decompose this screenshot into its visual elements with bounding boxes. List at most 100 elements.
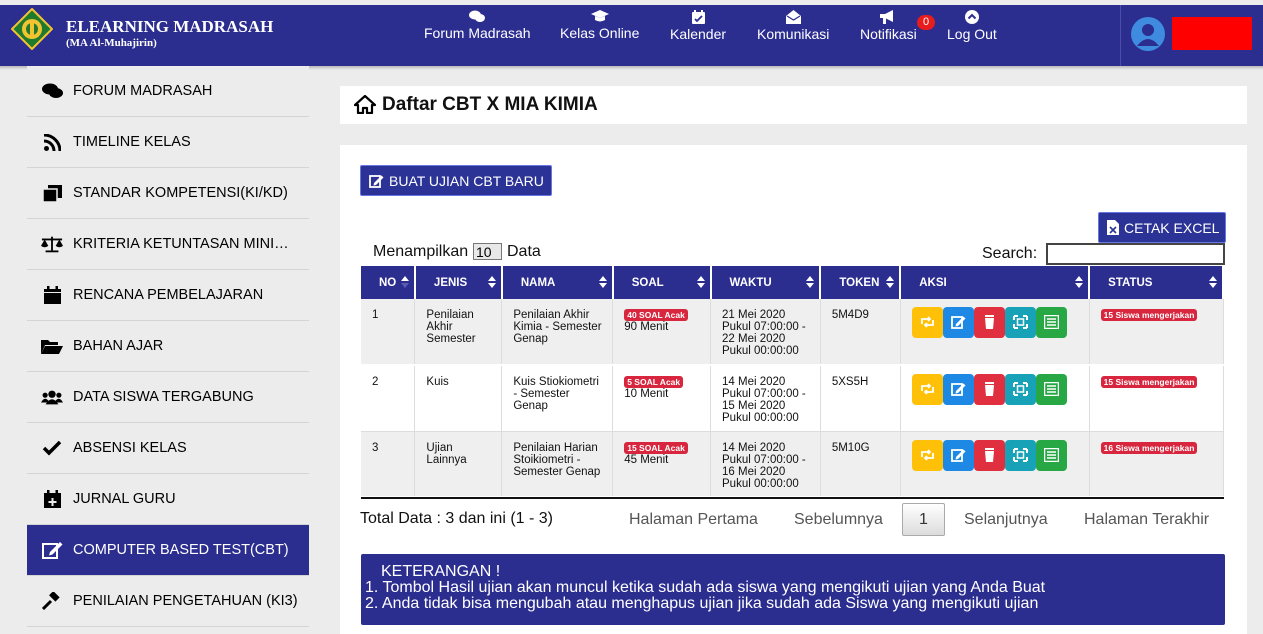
nav-kelas-online[interactable]: Kelas Online — [560, 10, 639, 41]
cell-soal: 5 SOAL Acak 10 Menit — [612, 365, 712, 432]
sidebar-item-data-siswa[interactable]: DATA SISWA TERGABUNG — [27, 372, 309, 423]
cell-soal: 15 SOAL Acak 45 Menit — [612, 431, 712, 498]
object-ungroup-icon — [1012, 447, 1028, 462]
nav-kalender[interactable]: Kalender — [670, 10, 726, 42]
list-alt-icon — [1043, 315, 1059, 329]
delete-button[interactable] — [973, 374, 1005, 405]
delete-button[interactable] — [973, 307, 1005, 338]
entries-count-input[interactable] — [473, 243, 502, 260]
cell-nama: Kuis Stiokiometri - Semester Genap — [501, 365, 614, 432]
user-avatar-icon[interactable] — [1131, 17, 1165, 51]
reset-button[interactable] — [911, 374, 943, 405]
sort-icon — [487, 276, 496, 288]
nav-komunikasi[interactable]: Komunikasi — [757, 10, 829, 42]
sidebar-item-label: COMPUTER BASED TEST(CBT) — [73, 542, 289, 558]
sort-icon — [1075, 276, 1084, 288]
cbt-table: NO JENIS NAMA SOAL WAKTU TOKEN AKSI STAT… — [361, 266, 1224, 498]
reset-button[interactable] — [911, 307, 943, 338]
user-name-redacted[interactable] — [1172, 17, 1252, 50]
sort-asc-icon — [400, 276, 409, 288]
trash-icon — [984, 382, 994, 396]
page-title-card: Daftar CBT X MIA KIMIA — [340, 86, 1247, 124]
cell-no: 1 — [361, 299, 416, 366]
cell-status: 16 Siswa mengerjakan — [1089, 431, 1224, 498]
create-cbt-button[interactable]: BUAT UJIAN CBT BARU — [360, 165, 552, 196]
sidebar-item-bahan-ajar[interactable]: BAHAN AJAR — [27, 321, 309, 372]
calendar-icon — [41, 285, 63, 305]
sidebar-item-label: STANDAR KOMPETENSI(KI/KD) — [73, 185, 288, 201]
cell-nama: Penilaian Harian Stoikiometri - Semester… — [501, 431, 614, 498]
sidebar-item-cbt[interactable]: COMPUTER BASED TEST(CBT) — [27, 525, 309, 576]
info-note-title: KETERANGAN ! — [381, 563, 501, 580]
column-header-token[interactable]: TOKEN — [820, 266, 902, 299]
column-header-aksi[interactable]: AKSI — [900, 266, 1091, 299]
fullscreen-button[interactable] — [1004, 439, 1036, 471]
sort-icon — [696, 276, 705, 288]
sidebar-item-jurnal-guru[interactable]: JURNAL GURU — [27, 474, 309, 525]
info-note-line: 1. Tombol Hasil ujian akan muncul ketika… — [365, 579, 1046, 596]
edit-icon — [950, 448, 966, 462]
table-row: 1 Penilaian Akhir Semester Penilaian Akh… — [361, 299, 1224, 366]
first-page-link[interactable]: Halaman Pertama — [629, 511, 758, 529]
sidebar-item-forum-madrasah[interactable]: FORUM MADRASAH — [27, 66, 309, 117]
brand-subtitle: (MA Al-Muhajirin) — [66, 37, 157, 49]
info-note: KETERANGAN ! 1. Tombol Hasil ujian akan … — [361, 554, 1225, 625]
table-bottom-border — [361, 497, 1224, 499]
comments-icon — [469, 10, 486, 22]
sidebar-item-standar-kompetensi[interactable]: STANDAR KOMPETENSI(KI/KD) — [27, 168, 309, 219]
column-header-status[interactable]: STATUS — [1089, 266, 1224, 299]
soal-badge: 15 SOAL Acak — [624, 441, 688, 454]
list-alt-icon — [1043, 447, 1059, 462]
nav-forum-madrasah[interactable]: Forum Madrasah — [424, 10, 531, 41]
current-page-button[interactable]: 1 — [902, 503, 945, 536]
prev-page-link[interactable]: Sebelumnya — [794, 511, 883, 529]
column-header-no[interactable]: NO — [361, 266, 416, 299]
sidebar-item-rencana-pembelajaran[interactable]: RENCANA PEMBELAJARAN — [27, 270, 309, 321]
column-header-nama[interactable]: NAMA — [501, 266, 614, 299]
soal-duration: 90 Menit — [624, 321, 669, 333]
next-page-link[interactable]: Selanjutnya — [964, 511, 1048, 529]
notification-count-badge: 0 — [917, 15, 935, 30]
search-label: Search: — [982, 245, 1038, 262]
calendar-check-icon — [691, 10, 705, 24]
delete-button[interactable] — [973, 439, 1005, 471]
edit-button[interactable] — [942, 307, 974, 338]
sidebar-item-absensi-kelas[interactable]: ABSENSI KELAS — [27, 423, 309, 474]
edit-button[interactable] — [942, 374, 974, 405]
column-header-soal[interactable]: SOAL — [612, 266, 712, 299]
nav-log-out[interactable]: Log Out — [947, 10, 997, 42]
sidebar-item-label: JURNAL GURU — [73, 491, 176, 507]
list-button[interactable] — [1035, 307, 1067, 338]
print-excel-button-label: CETAK EXCEL — [1124, 219, 1220, 236]
cell-status: 15 Siswa mengerjakan — [1089, 299, 1224, 366]
column-header-waktu[interactable]: WAKTU — [710, 266, 822, 299]
column-header-jenis[interactable]: JENIS — [414, 266, 503, 299]
sidebar-item-penilaian-pengetahuan[interactable]: PENILAIAN PENGETAHUAN (KI3) — [27, 576, 309, 627]
cell-waktu: 14 Mei 2020 Pukul 07:00:00 - 15 Mei 2020… — [710, 365, 821, 432]
cell-aksi — [900, 365, 1090, 432]
sort-icon — [1209, 276, 1217, 288]
reset-button[interactable] — [911, 439, 943, 471]
cell-aksi — [900, 299, 1090, 366]
nav-label: Log Out — [947, 26, 997, 42]
fullscreen-button[interactable] — [1004, 307, 1036, 338]
table-row: 2 Kuis Kuis Stiokiometri - Semester Gena… — [361, 365, 1224, 432]
entries-label-prefix: Menampilkan — [373, 243, 469, 260]
nav-notifikasi[interactable]: Notifikasi — [860, 10, 917, 42]
sidebar-item-kriteria-ketuntasan[interactable]: KRITERIA KETUNTASAN MINI… — [27, 219, 309, 270]
table-row: 3 Ujian Lainnya Penilaian Harian Stoikio… — [361, 431, 1224, 498]
list-button[interactable] — [1035, 374, 1067, 405]
search-input[interactable] — [1046, 243, 1225, 265]
last-page-link[interactable]: Halaman Terakhir — [1084, 511, 1209, 529]
edit-button[interactable] — [942, 439, 974, 471]
fullscreen-button[interactable] — [1004, 374, 1036, 405]
comments-icon — [41, 81, 63, 101]
sidebar-item-timeline-kelas[interactable]: TIMELINE KELAS — [27, 117, 309, 168]
cell-aksi — [900, 431, 1090, 498]
folder-open-icon — [41, 336, 63, 356]
retweet-icon — [920, 383, 934, 395]
list-button[interactable] — [1035, 439, 1067, 471]
brand-title: ELEARNING MADRASAH — [66, 17, 274, 36]
print-excel-button[interactable]: CETAK EXCEL — [1098, 212, 1226, 243]
nav-label: Kelas Online — [560, 25, 640, 41]
